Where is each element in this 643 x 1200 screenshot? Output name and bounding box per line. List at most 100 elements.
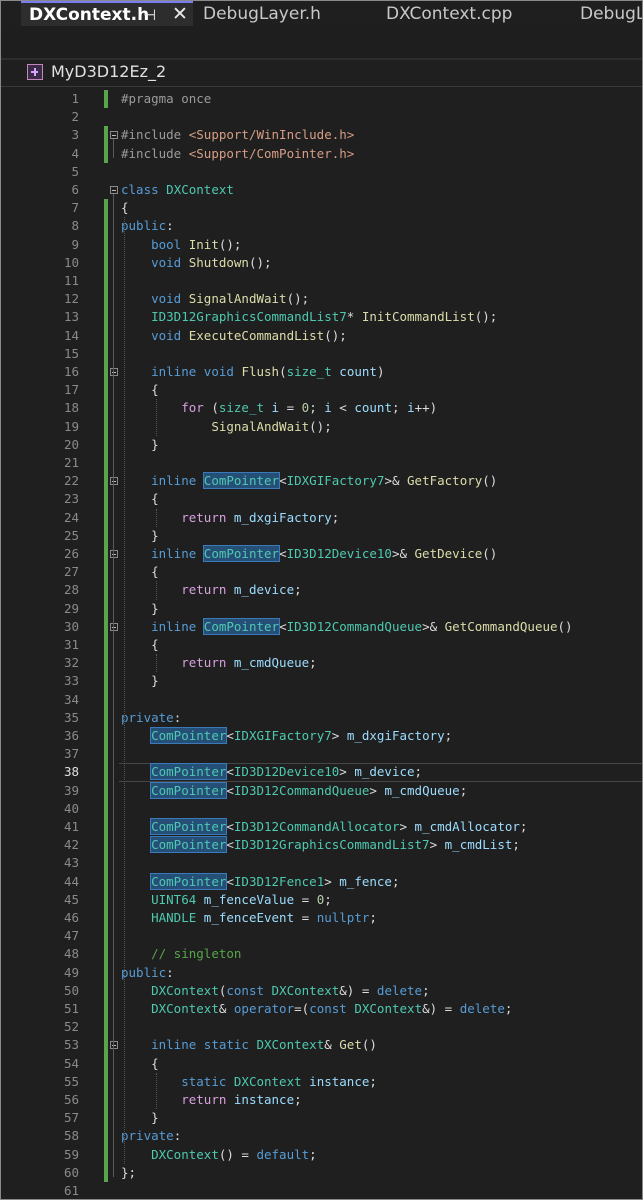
code-line[interactable]: #include <Support/ComPointer.h> xyxy=(121,145,354,163)
code-line[interactable]: private: xyxy=(121,709,181,727)
code-line[interactable]: inline void Flush(size_t count) xyxy=(121,363,384,381)
tab-label: DXContext.h xyxy=(29,5,150,25)
line-number: 23 xyxy=(63,491,79,507)
collapse-toggle-icon[interactable] xyxy=(110,477,118,486)
code-line[interactable]: // singleton xyxy=(121,945,241,963)
code-line[interactable]: { xyxy=(121,490,159,508)
code-line[interactable]: } xyxy=(121,527,159,545)
line-number: 40 xyxy=(63,800,79,816)
line-number: 61 xyxy=(63,1183,79,1198)
indent-guide xyxy=(124,217,126,1164)
code-line[interactable]: DXContext& operator=(const DXContext&) =… xyxy=(121,1000,512,1018)
line-number: 50 xyxy=(63,982,79,998)
code-line[interactable]: void ExecuteCommandList(); xyxy=(121,327,347,345)
change-indicator-bar xyxy=(104,90,108,109)
line-number: 38 xyxy=(63,764,79,780)
code-line[interactable]: ComPointer<ID3D12GraphicsCommandList7> m… xyxy=(121,836,520,854)
fold-outline xyxy=(113,139,114,158)
code-line[interactable]: return m_cmdQueue; xyxy=(121,654,316,672)
line-number: 25 xyxy=(63,527,79,543)
line-number: 22 xyxy=(63,473,79,489)
code-line[interactable]: }; xyxy=(121,1164,136,1182)
code-line[interactable]: void Shutdown(); xyxy=(121,254,271,272)
indent-guide xyxy=(156,508,158,527)
line-number: 4 xyxy=(71,145,79,161)
code-line[interactable]: ComPointer<IDXGIFactory7> m_dxgiFactory; xyxy=(121,727,452,745)
code-line[interactable]: inline ComPointer<ID3D12CommandQueue>& G… xyxy=(121,617,573,636)
line-number: 13 xyxy=(63,309,79,325)
line-number: 19 xyxy=(63,418,79,434)
tab-debuglayer-h[interactable]: DebugLayer.h xyxy=(195,1,375,26)
code-line[interactable]: HANDLE m_fenceEvent = nullptr; xyxy=(121,909,377,927)
tab-dxcontext-cpp[interactable]: DXContext.cpp xyxy=(378,1,568,26)
tab-dxcontext-h[interactable]: DXContext.h ⊣ ✕ xyxy=(21,1,193,26)
code-line[interactable]: ComPointer<ID3D12CommandAllocator> m_cmd… xyxy=(121,818,527,836)
collapse-toggle-icon[interactable] xyxy=(110,131,118,140)
code-line[interactable]: void SignalAndWait(); xyxy=(121,290,309,308)
code-line[interactable]: } xyxy=(121,600,159,618)
code-line[interactable]: inline ComPointer<ID3D12Device10>& GetDe… xyxy=(121,545,497,563)
line-number: 45 xyxy=(63,891,79,907)
code-line[interactable]: static DXContext instance; xyxy=(121,1073,377,1091)
line-number: 15 xyxy=(63,345,79,361)
code-line[interactable]: for (size_t i = 0; i < count; i++) xyxy=(121,399,437,417)
line-number: 49 xyxy=(63,964,79,980)
code-line[interactable]: inline ComPointer<IDXGIFactory7>& GetFac… xyxy=(121,472,497,490)
document-tab-strip: DXContext.h ⊣ ✕ DebugLayer.h DXContext.c… xyxy=(1,1,643,26)
collapse-toggle-icon[interactable] xyxy=(110,550,118,558)
code-line[interactable]: } xyxy=(121,1109,159,1127)
line-number: 44 xyxy=(63,873,79,889)
line-number: 7 xyxy=(71,200,79,216)
code-line[interactable]: { xyxy=(121,563,159,581)
code-line[interactable]: { xyxy=(121,1055,159,1073)
line-number: 57 xyxy=(63,1110,79,1126)
code-line[interactable]: ComPointer<ID3D12Device10> m_device; xyxy=(121,763,422,781)
code-line[interactable]: return m_dxgiFactory; xyxy=(121,509,339,527)
code-line[interactable]: } xyxy=(121,436,159,454)
line-number: 16 xyxy=(63,364,79,379)
line-number: 2 xyxy=(71,109,79,125)
line-number: 31 xyxy=(63,637,79,652)
line-number: 55 xyxy=(63,1073,79,1089)
line-number: 12 xyxy=(63,291,79,307)
code-line[interactable]: UINT64 m_fenceValue = 0; xyxy=(121,891,332,909)
code-line[interactable]: DXContext(const DXContext&) = delete; xyxy=(121,982,430,1000)
code-line[interactable]: inline static DXContext& Get() xyxy=(121,1036,377,1054)
code-line[interactable]: ComPointer<ID3D12Fence1> m_fence; xyxy=(121,872,400,891)
collapse-toggle-icon[interactable] xyxy=(110,186,118,194)
code-line[interactable]: DXContext() = default; xyxy=(121,1146,317,1164)
code-editor[interactable]: 1 #pragma once 2 3 #include <Support/WinIncl… xyxy=(1,88,642,1199)
project-dropdown[interactable]: MyD3D12Ez_2 xyxy=(1,60,642,87)
line-number: 46 xyxy=(63,910,79,925)
code-line[interactable]: return instance; xyxy=(121,1091,301,1109)
code-line[interactable]: ComPointer<ID3D12CommandQueue> m_cmdQueu… xyxy=(121,781,467,800)
code-line[interactable]: } xyxy=(121,672,159,690)
line-number: 26 xyxy=(63,546,79,561)
indent-guide xyxy=(156,1072,158,1110)
indent-guide xyxy=(156,581,158,600)
code-line[interactable]: public: xyxy=(121,217,174,235)
collapse-toggle-icon[interactable] xyxy=(110,1041,118,1050)
code-line[interactable]: ID3D12GraphicsCommandList7* InitCommandL… xyxy=(121,308,497,326)
collapse-toggle-icon[interactable] xyxy=(110,622,118,631)
collapse-toggle-icon[interactable] xyxy=(110,368,118,376)
tab-debugl[interactable]: DebugL xyxy=(572,1,643,26)
code-line[interactable]: return m_device; xyxy=(121,581,301,599)
line-number: 9 xyxy=(71,236,79,252)
code-line[interactable]: #include <Support/WinInclude.h> xyxy=(121,126,354,144)
tab-label: DebugL xyxy=(580,4,643,24)
close-icon[interactable]: ✕ xyxy=(172,3,188,26)
code-line[interactable]: private: xyxy=(121,1127,181,1145)
code-line[interactable]: { xyxy=(121,636,159,654)
line-number: 21 xyxy=(63,455,79,470)
code-line[interactable]: #pragma once xyxy=(121,90,211,108)
pin-icon[interactable]: ⊣ xyxy=(143,3,156,26)
line-number: 20 xyxy=(63,436,79,452)
code-line[interactable]: { xyxy=(121,381,159,399)
code-line[interactable]: { xyxy=(121,199,129,217)
line-number: 1 xyxy=(71,91,79,106)
code-line[interactable]: SignalAndWait(); xyxy=(121,418,331,436)
code-line[interactable]: class DXContext xyxy=(121,181,234,199)
code-line[interactable]: bool Init(); xyxy=(121,236,241,254)
code-line[interactable]: public: xyxy=(121,964,174,982)
